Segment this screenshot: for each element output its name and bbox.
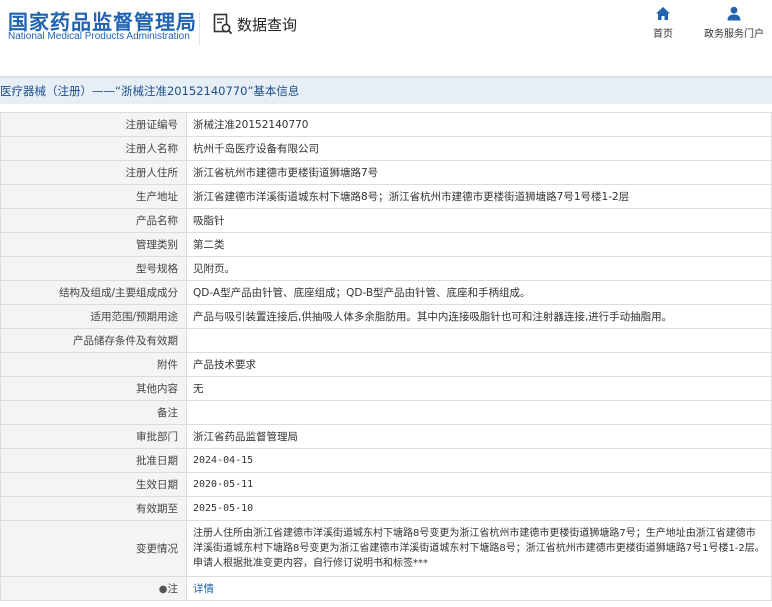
field-label: 型号规格 bbox=[0, 256, 187, 281]
field-label: 结构及组成/主要组成成分 bbox=[0, 280, 187, 305]
table-row: 批准日期 2024-04-15 bbox=[0, 448, 772, 473]
field-value: 吸脂针 bbox=[186, 208, 772, 233]
field-label: 附件 bbox=[0, 352, 187, 377]
record-title-bar: 医疗器械（注册）——“浙械注准20152140770”基本信息 bbox=[0, 76, 772, 104]
field-value: 杭州千岛医疗设备有限公司 bbox=[186, 136, 772, 161]
field-label: 生效日期 bbox=[0, 472, 187, 497]
field-value: 无 bbox=[186, 376, 772, 401]
table-row: 结构及组成/主要组成成分 QD-A型产品由针管、底座组成；QD-B型产品由针管、… bbox=[0, 280, 772, 305]
table-row: 适用范围/预期用途 产品与吸引装置连接后,供抽吸人体多余脂肪用。其中内连接吸脂针… bbox=[0, 304, 772, 329]
field-value: 浙械注准20152140770 bbox=[186, 112, 772, 137]
field-value: 第二类 bbox=[186, 232, 772, 257]
field-value: 产品与吸引装置连接后,供抽吸人体多余脂肪用。其中内连接吸脂针也可和注射器连接,进… bbox=[186, 304, 772, 329]
table-row: 型号规格 见附页。 bbox=[0, 256, 772, 281]
document-search-icon bbox=[213, 13, 233, 35]
data-query-link[interactable]: 数据查询 bbox=[213, 10, 297, 38]
pin-icon: ● bbox=[158, 584, 168, 595]
table-row: 注册证编号 浙械注准20152140770 bbox=[0, 112, 772, 137]
record-title: 医疗器械（注册）——“浙械注准20152140770”基本信息 bbox=[0, 84, 300, 98]
table-row: 注册人住所 浙江省杭州市建德市更楼街道狮塘路7号 bbox=[0, 160, 772, 185]
table-row: 产品储存条件及有效期 bbox=[0, 328, 772, 353]
table-row: ●注 详情 bbox=[0, 576, 772, 601]
field-label: 批准日期 bbox=[0, 448, 187, 473]
field-value: 浙江省药品监督管理局 bbox=[186, 424, 772, 449]
field-value: 2020-05-11 bbox=[186, 472, 772, 497]
home-icon bbox=[656, 7, 670, 20]
field-value: 浙江省建德市洋溪街道城东村下塘路8号；浙江省杭州市建德市更楼街道狮塘路7号1号楼… bbox=[186, 184, 772, 209]
table-row: 附件 产品技术要求 bbox=[0, 352, 772, 377]
field-value: 2024-04-15 bbox=[186, 448, 772, 473]
table-row: 备注 bbox=[0, 400, 772, 425]
nav-service-portal[interactable]: 政务服务门户 bbox=[698, 6, 770, 40]
user-icon bbox=[727, 6, 741, 21]
field-label: 产品名称 bbox=[0, 208, 187, 233]
field-value: 详情 bbox=[186, 576, 772, 601]
field-label: 注册证编号 bbox=[0, 112, 187, 137]
table-row: 注册人名称 杭州千岛医疗设备有限公司 bbox=[0, 136, 772, 161]
field-value: 注册人住所由浙江省建德市洋溪街道城东村下塘路8号变更为浙江省杭州市建德市更楼街道… bbox=[186, 520, 772, 577]
field-value bbox=[186, 400, 772, 425]
table-row: 审批部门 浙江省药品监督管理局 bbox=[0, 424, 772, 449]
field-value: 浙江省杭州市建德市更楼街道狮塘路7号 bbox=[186, 160, 772, 185]
field-value: 产品技术要求 bbox=[186, 352, 772, 377]
header-divider bbox=[199, 12, 200, 46]
field-label: 适用范围/预期用途 bbox=[0, 304, 187, 329]
field-label: 其他内容 bbox=[0, 376, 187, 401]
table-row: 产品名称 吸脂针 bbox=[0, 208, 772, 233]
table-row: 生效日期 2020-05-11 bbox=[0, 472, 772, 497]
field-value: 2025-05-10 bbox=[186, 496, 772, 521]
record-detail-table: 注册证编号 浙械注准20152140770 注册人名称 杭州千岛医疗设备有限公司… bbox=[0, 112, 772, 601]
field-label: 审批部门 bbox=[0, 424, 187, 449]
note-label: 注 bbox=[167, 583, 179, 595]
table-row: 变更情况 注册人住所由浙江省建德市洋溪街道城东村下塘路8号变更为浙江省杭州市建德… bbox=[0, 520, 772, 577]
logo-subtitle[interactable]: National Medical Products Administration bbox=[8, 31, 190, 42]
field-label: 注册人住所 bbox=[0, 160, 187, 185]
table-row: 生产地址 浙江省建德市洋溪街道城东村下塘路8号；浙江省杭州市建德市更楼街道狮塘路… bbox=[0, 184, 772, 209]
field-label: 变更情况 bbox=[0, 520, 187, 577]
field-value: 见附页。 bbox=[186, 256, 772, 281]
table-row: 管理类别 第二类 bbox=[0, 232, 772, 257]
data-query-label: 数据查询 bbox=[237, 15, 298, 34]
site-header: 国家药品监督管理局 National Medical Products Admi… bbox=[0, 0, 772, 66]
field-label: 产品储存条件及有效期 bbox=[0, 328, 187, 353]
field-value: QD-A型产品由针管、底座组成；QD-B型产品由针管、底座和手柄组成。 bbox=[186, 280, 772, 305]
detail-link[interactable]: 详情 bbox=[193, 583, 214, 595]
table-row: 其他内容 无 bbox=[0, 376, 772, 401]
field-value bbox=[186, 328, 772, 353]
field-label: 备注 bbox=[0, 400, 187, 425]
field-label: ●注 bbox=[0, 576, 187, 601]
nav-home[interactable]: 首页 bbox=[651, 6, 675, 40]
nav-home-label: 首页 bbox=[653, 29, 673, 40]
nav-service-label: 政务服务门户 bbox=[704, 29, 764, 40]
table-row: 有效期至 2025-05-10 bbox=[0, 496, 772, 521]
field-label: 生产地址 bbox=[0, 184, 187, 209]
field-label: 有效期至 bbox=[0, 496, 187, 521]
field-label: 注册人名称 bbox=[0, 136, 187, 161]
field-label: 管理类别 bbox=[0, 232, 187, 257]
